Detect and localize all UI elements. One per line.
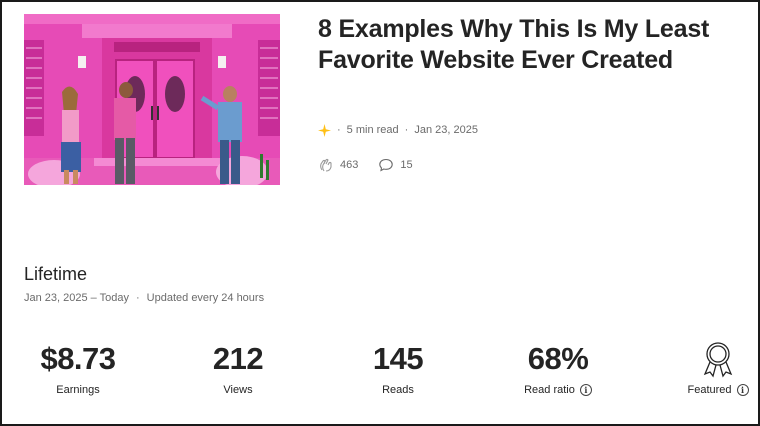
separator-dot: · <box>337 124 341 136</box>
stat-label: Reads <box>382 384 414 396</box>
comment-icon <box>379 158 394 172</box>
engagement-row: 463 15 <box>318 157 433 173</box>
range-text: Jan 23, 2025 – Today <box>24 292 129 304</box>
stat-label: Read ratio <box>524 384 575 396</box>
stat-reads: 145 Reads <box>328 340 468 396</box>
claps-value: 463 <box>340 159 359 171</box>
clap-icon <box>320 158 332 172</box>
stat-earnings: $8.73 Earnings <box>8 340 148 396</box>
claps-count[interactable]: 463 <box>318 157 358 173</box>
update-note: Updated every 24 hours <box>146 292 265 304</box>
separator-dot: · <box>404 124 409 136</box>
stat-value: $8.73 <box>40 341 116 376</box>
date-range: Jan 23, 2025 – Today · Updated every 24 … <box>24 292 264 304</box>
article-title[interactable]: 8 Examples Why This Is My Least Favorite… <box>318 14 738 76</box>
stat-value: 212 <box>212 341 264 376</box>
separator-dot: · <box>136 292 140 304</box>
award-ribbon-icon <box>703 342 733 378</box>
star-icon <box>318 123 331 137</box>
responses-count[interactable]: 15 <box>378 157 413 173</box>
publish-date: Jan 23, 2025 <box>414 124 478 136</box>
stat-label: Views <box>223 384 253 396</box>
stat-read-ratio: 68% Read ratio i <box>488 340 628 396</box>
stat-views: 212 Views <box>168 340 308 396</box>
info-icon[interactable]: i <box>736 384 749 396</box>
stat-label: Earnings <box>56 384 100 396</box>
article-meta: · 5 min read · Jan 23, 2025 <box>318 122 478 138</box>
stats-page: 8 Examples Why This Is My Least Favorite… <box>0 0 760 426</box>
stat-value: 145 <box>372 341 424 376</box>
article-thumbnail[interactable] <box>24 14 280 185</box>
stat-value: 68% <box>527 341 589 376</box>
featured-label: Featured <box>687 384 732 396</box>
responses-value: 15 <box>400 159 413 171</box>
section-heading: Lifetime <box>24 264 88 284</box>
info-icon[interactable]: i <box>579 384 592 396</box>
featured-badge: Featured i <box>678 340 758 396</box>
read-time: 5 min read <box>346 124 399 136</box>
